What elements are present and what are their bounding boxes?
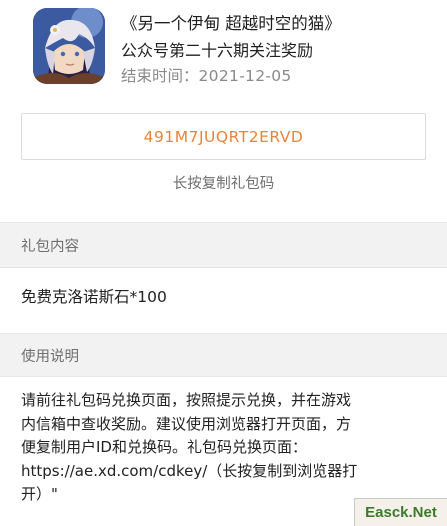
section-header-usage: 使用说明: [0, 333, 447, 377]
end-time-label: 结束时间：: [121, 67, 199, 85]
usage-link-line[interactable]: https://ae.xd.com/cdkey/（长按复制到浏览器打: [21, 460, 431, 484]
content-section-title: 礼包内容: [21, 238, 79, 255]
end-time-value: 2021-12-05: [198, 67, 292, 85]
usage-instructions: 请前往礼包码兑换页面，按照提示兑换，并在游戏 内信箱中查收奖励。建议使用浏览器打…: [21, 389, 431, 507]
section-header-content: 礼包内容: [0, 222, 447, 268]
end-time: 结束时间：2021-12-05: [121, 64, 292, 86]
gift-subtitle: 公众号第二十六期关注奖励: [121, 41, 314, 60]
usage-line: 便复制用户ID和兑换码。礼包码兑换页面：: [21, 438, 307, 456]
game-app-icon: [33, 8, 105, 84]
game-title: 《另一个伊甸 超越时空的猫》: [121, 14, 341, 33]
usage-line: 请前往礼包码兑换页面，按照提示兑换，并在游戏: [21, 391, 352, 409]
gift-content-value: 免费克洛诺斯石*100: [21, 288, 167, 306]
usage-line: 内信箱中查收奖励。建议使用浏览器打开页面，方: [21, 414, 352, 433]
site-watermark: Easck.Net: [354, 498, 447, 526]
gift-code-box[interactable]: 491M7JUQRT2ERVD: [21, 113, 426, 160]
gift-header: 《另一个伊甸 超越时空的猫》 公众号第二十六期关注奖励 结束时间：2021-12…: [0, 0, 447, 196]
usage-section-title: 使用说明: [21, 348, 79, 365]
copy-hint: 长按复制礼包码: [172, 176, 275, 192]
